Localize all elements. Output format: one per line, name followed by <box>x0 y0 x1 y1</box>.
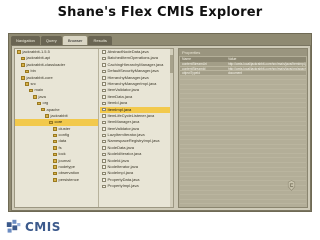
repository-browser: jackrabbit-1.5.5 jackrabbit-api jackrabbit… <box>14 48 174 208</box>
file-list[interactable]: AbstractNodeData.java BatchedItemOperatio… <box>100 49 173 207</box>
tab-query[interactable]: Query <box>40 36 62 45</box>
file-icon <box>102 178 106 182</box>
folder-icon <box>21 76 25 80</box>
tab-browser[interactable]: Browser <box>62 36 88 45</box>
folder-icon <box>45 114 49 118</box>
file-icon <box>102 152 106 157</box>
file-icon <box>102 159 106 163</box>
folder-icon <box>53 139 57 144</box>
file-icon <box>102 69 106 74</box>
tree-item[interactable]: persistence <box>15 177 98 183</box>
property-value: http://cmis.local/jackrabbit-core/src/ma… <box>228 62 306 66</box>
folder-icon <box>53 178 57 182</box>
folder-icon <box>33 95 37 99</box>
file-icon <box>102 63 106 67</box>
browser-panel: jackrabbit-1.5.5 jackrabbit-api jackrabbit… <box>11 45 311 211</box>
folder-icon <box>53 133 57 138</box>
folder-icon <box>53 171 57 176</box>
cmis-logo: CMIS <box>6 217 61 237</box>
file-icon <box>102 56 106 61</box>
cmis-explorer-window: Navigation Query Browser Results jackrab… <box>8 33 312 212</box>
file-icon <box>102 171 106 176</box>
property-name: contentStreamId <box>182 66 206 71</box>
properties-panel: Properties Name Value contentStreamUri ht… <box>178 48 308 208</box>
properties-header: Properties <box>179 49 307 56</box>
file-icon <box>102 139 106 144</box>
file-icon <box>102 114 106 118</box>
folder-icon <box>29 88 33 93</box>
cmis-logo-icon <box>6 219 21 233</box>
property-name: objectTypeId <box>182 71 201 76</box>
folder-icon <box>53 152 57 157</box>
file-icon <box>102 120 106 125</box>
tab-bar: Navigation Query Browser Results <box>11 36 112 45</box>
folder-icon <box>25 69 29 74</box>
property-name: contentStreamUri <box>182 62 207 66</box>
tab-results[interactable]: Results <box>88 36 112 45</box>
file-icon <box>102 95 106 99</box>
folder-icon <box>53 146 57 150</box>
file-item[interactable]: PropertyImpl.java <box>100 183 173 189</box>
cmis-logo-text: CMIS <box>25 220 61 234</box>
file-icon <box>102 127 106 131</box>
folder-icon <box>25 82 29 86</box>
folder-icon <box>41 107 45 112</box>
file-icon <box>102 88 106 93</box>
folder-icon <box>21 63 25 67</box>
folder-icon <box>21 56 25 61</box>
folder-icon <box>37 101 41 106</box>
folder-icon <box>17 50 21 54</box>
property-value: document <box>228 71 242 75</box>
folder-tree[interactable]: jackrabbit-1.5.5 jackrabbit-api jackrabbit… <box>15 49 99 207</box>
file-icon <box>102 82 106 86</box>
file-icon <box>102 101 106 106</box>
file-icon <box>102 107 106 112</box>
file-icon <box>102 50 106 54</box>
file-icon <box>102 76 106 80</box>
tree-item-label: persistence <box>58 176 79 182</box>
empty-property-row <box>180 200 306 205</box>
cmis-mark-icon <box>287 180 296 191</box>
slide-title: Shane's Flex CMIS Explorer <box>57 5 263 20</box>
property-value: http://cmis.local/jackrabbit-core/src/ma… <box>228 66 306 71</box>
folder-icon <box>53 159 57 163</box>
scroll-thumb[interactable] <box>170 55 173 73</box>
file-icon <box>102 146 106 150</box>
folder-icon <box>49 120 53 125</box>
folder-icon <box>53 127 57 131</box>
folder-icon <box>53 165 57 169</box>
file-item-label: PropertyImpl.java <box>107 183 139 189</box>
file-list-scrollbar[interactable] <box>170 49 173 207</box>
file-icon <box>102 184 106 189</box>
file-icon <box>102 165 106 169</box>
file-icon <box>102 133 106 138</box>
tab-navigation[interactable]: Navigation <box>11 36 40 45</box>
